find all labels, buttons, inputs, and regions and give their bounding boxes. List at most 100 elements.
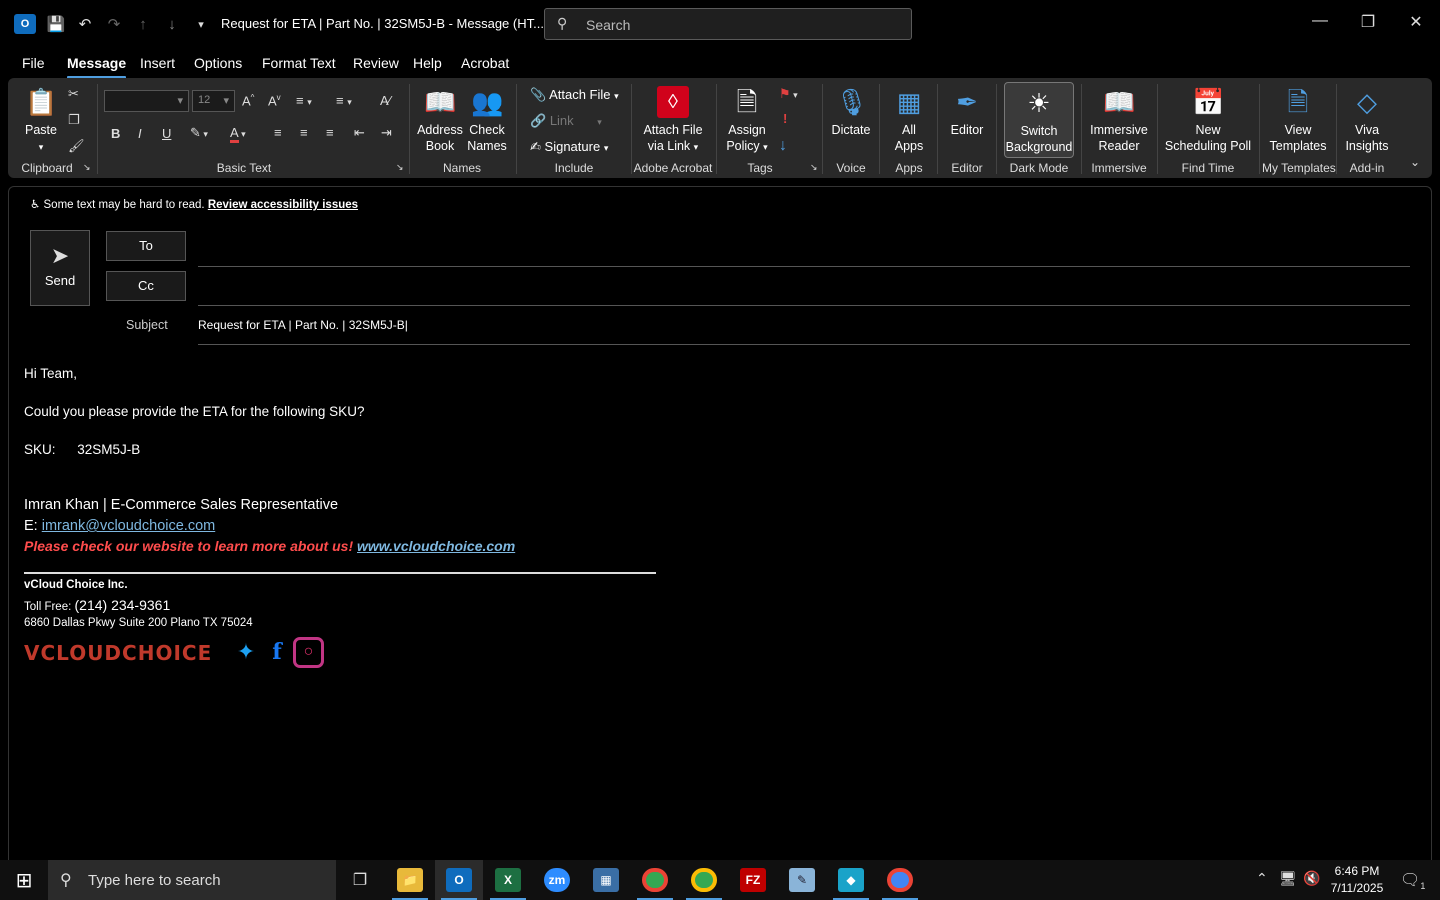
taskbar-excel[interactable]: X <box>484 860 532 900</box>
cut-icon[interactable]: ✂ <box>68 86 79 102</box>
dictate-button[interactable]: 🎙 Dictate <box>829 86 873 138</box>
facebook-icon[interactable]: f <box>262 637 292 667</box>
address-book-button[interactable]: 📖 Address Book <box>416 86 464 154</box>
save-icon[interactable]: 💾 <box>46 14 66 34</box>
minimize-button[interactable]: — <box>1305 12 1335 30</box>
bullets-icon[interactable]: ≡ ▾ <box>296 93 312 108</box>
search-box[interactable]: ⚲ Search <box>544 8 912 40</box>
align-center-icon[interactable]: ≡ <box>300 125 308 140</box>
highlight-icon[interactable]: ✎ ▾ <box>190 125 208 141</box>
separator <box>822 84 823 174</box>
font-size-combo[interactable]: 12 ▾ <box>192 90 235 112</box>
align-left-icon[interactable]: ≡ <box>274 125 282 140</box>
numbering-icon[interactable]: ≡ ▾ <box>336 93 352 108</box>
separator <box>97 84 98 174</box>
taskbar-search[interactable]: ⚲ Type here to search <box>48 860 336 900</box>
to-field[interactable] <box>198 266 1410 267</box>
microphone-icon: 🎙 <box>835 87 869 117</box>
tab-format-text[interactable]: Format Text <box>262 55 336 71</box>
volume-muted-icon[interactable]: 🔇 <box>1303 870 1320 887</box>
taskbar-file-explorer[interactable]: 📁 <box>386 860 434 900</box>
italic-icon[interactable]: I <box>138 126 142 141</box>
redo-icon[interactable]: ↷ <box>104 14 124 34</box>
taskbar-app[interactable]: ◆ <box>827 860 875 900</box>
format-painter-icon[interactable]: 🖌 <box>68 138 85 154</box>
start-button[interactable]: ⊞ <box>0 860 48 900</box>
to-button[interactable]: To <box>106 231 186 261</box>
signature-button[interactable]: ✍ Signature ▾ <box>530 139 608 155</box>
task-view-button[interactable]: ❐ <box>336 860 384 900</box>
underline-icon[interactable]: U <box>162 126 171 141</box>
diamond-app-icon: ◆ <box>838 868 864 892</box>
copy-icon[interactable]: ❐ <box>68 112 80 128</box>
attach-file-button[interactable]: 📎 Attach File ▾ <box>530 87 619 103</box>
clear-formatting-icon[interactable]: A∕ <box>380 93 391 108</box>
tab-insert[interactable]: Insert <box>140 55 175 71</box>
previous-item-icon[interactable]: ↑ <box>133 14 153 34</box>
bold-icon[interactable]: B <box>111 126 120 141</box>
switch-background-button[interactable]: ☀ Switch Background <box>1004 82 1074 158</box>
twitter-icon[interactable]: ✦ <box>231 637 261 667</box>
cc-button[interactable]: Cc <box>106 271 186 301</box>
paste-button[interactable]: 📋 Paste ▾ <box>22 86 60 155</box>
taskbar-outlook[interactable]: O <box>435 860 483 900</box>
follow-up-flag-icon[interactable]: ⚑ ▾ <box>779 86 798 102</box>
font-launcher-icon[interactable]: ↘ <box>396 162 404 173</box>
tray-overflow-icon[interactable]: ⌃ <box>1256 870 1268 887</box>
taskbar-calculator[interactable]: ▦ <box>582 860 630 900</box>
increase-indent-icon[interactable]: ⇥ <box>381 125 392 141</box>
instagram-icon[interactable]: ○ <box>293 637 324 668</box>
font-name-combo[interactable]: ▾ <box>104 90 189 112</box>
cc-field[interactable] <box>198 305 1410 306</box>
tab-review[interactable]: Review <box>353 55 399 71</box>
tab-file[interactable]: File <box>22 55 45 71</box>
separator <box>631 84 632 174</box>
font-color-icon[interactable]: A ▾ <box>230 125 246 143</box>
align-right-icon[interactable]: ≡ <box>326 125 334 140</box>
viva-insights-button[interactable]: ◇ Viva Insights <box>1343 86 1391 154</box>
review-accessibility-link[interactable]: Review accessibility issues <box>208 199 358 211</box>
separator <box>1157 84 1158 174</box>
taskbar-chrome[interactable] <box>631 860 679 900</box>
taskbar-clock[interactable]: 6:46 PM 7/11/2025 <box>1322 863 1392 897</box>
shrink-font-icon[interactable]: Av <box>268 93 281 108</box>
attach-via-link-button[interactable]: ◊ Attach File via Link ▾ <box>640 86 706 155</box>
tags-launcher-icon[interactable]: ↘ <box>810 162 818 173</box>
immersive-reader-button[interactable]: 📖 Immersive Reader <box>1088 86 1150 154</box>
tab-acrobat[interactable]: Acrobat <box>461 55 509 71</box>
close-button[interactable]: ✕ <box>1401 12 1431 32</box>
email-link[interactable]: imrank@vcloudchoice.com <box>42 518 215 534</box>
customize-toolbar-icon[interactable]: ▾ <box>191 14 211 34</box>
signature-label: Signature <box>544 139 601 154</box>
new-scheduling-poll-button[interactable]: 📅 New Scheduling Poll <box>1164 86 1252 154</box>
notifications-icon[interactable]: 🗨1 <box>1400 870 1425 891</box>
network-icon[interactable]: 🖥 <box>1279 870 1297 887</box>
low-importance-icon[interactable]: ↓ <box>779 137 787 155</box>
subject-input[interactable]: Request for ETA | Part No. | 32SM5J-B| <box>198 318 408 332</box>
link-button[interactable]: 🔗 Link ▾ <box>530 113 602 129</box>
restore-button[interactable]: ❐ <box>1353 12 1383 32</box>
all-apps-button[interactable]: ▦ All Apps <box>888 86 930 154</box>
ribbon-collapse-chevron-icon[interactable]: ⌄ <box>1410 155 1420 169</box>
taskbar-chrome-2[interactable] <box>680 860 728 900</box>
taskbar-chrome-3[interactable] <box>876 860 924 900</box>
website-link[interactable]: www.vcloudchoice.com <box>357 538 515 554</box>
check-names-button[interactable]: 👥 Check Names <box>464 86 510 154</box>
editor-button[interactable]: ✒ Editor <box>944 86 990 138</box>
view-templates-button[interactable]: 🗎 View Templates <box>1266 86 1330 154</box>
assign-policy-button[interactable]: 🗎 Assign Policy ▾ <box>722 86 772 155</box>
clipboard-launcher-icon[interactable]: ↘ <box>83 162 91 173</box>
next-item-icon[interactable]: ↓ <box>162 14 182 34</box>
taskbar-zoom[interactable]: zm <box>533 860 581 900</box>
tab-message[interactable]: Message <box>67 55 127 79</box>
calendar-poll-icon: 📅 <box>1192 87 1225 117</box>
high-importance-icon[interactable]: ! <box>783 111 787 126</box>
undo-icon[interactable]: ↶ <box>75 14 95 34</box>
tab-help[interactable]: Help <box>413 55 442 71</box>
tab-options[interactable]: Options <box>194 55 242 71</box>
grow-font-icon[interactable]: A^ <box>242 93 254 108</box>
send-button[interactable]: ➤ Send <box>30 230 90 306</box>
taskbar-filezilla[interactable]: FZ <box>729 860 777 900</box>
decrease-indent-icon[interactable]: ⇤ <box>354 125 365 141</box>
taskbar-notes[interactable]: ✎ <box>778 860 826 900</box>
